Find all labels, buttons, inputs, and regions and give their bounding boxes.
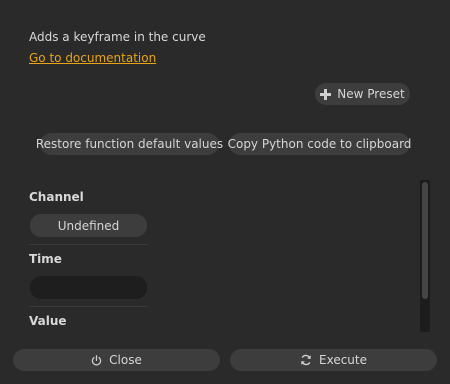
channel-dropdown[interactable]: Undefined	[30, 214, 147, 237]
value-label: Value	[29, 314, 67, 328]
new-preset-button[interactable]: New Preset	[315, 83, 410, 105]
new-preset-label: New Preset	[337, 87, 405, 101]
restore-defaults-button[interactable]: Restore function default values	[36, 133, 223, 155]
scrollbar[interactable]	[420, 180, 430, 332]
close-button[interactable]: Close	[13, 349, 220, 371]
divider	[29, 306, 148, 307]
function-description: Adds a keyframe in the curve	[29, 30, 206, 44]
divider	[29, 244, 148, 245]
documentation-link[interactable]: Go to documentation	[29, 51, 156, 65]
scrollbar-thumb[interactable]	[422, 182, 428, 299]
copy-python-button[interactable]: Copy Python code to clipboard	[228, 133, 411, 155]
close-label: Close	[109, 353, 142, 367]
time-input[interactable]	[30, 276, 147, 299]
refresh-icon	[300, 354, 312, 366]
channel-label: Channel	[29, 190, 84, 204]
time-label: Time	[29, 252, 62, 266]
power-icon	[91, 354, 102, 366]
execute-label: Execute	[319, 353, 367, 367]
plus-icon	[320, 88, 332, 100]
execute-button[interactable]: Execute	[230, 349, 437, 371]
